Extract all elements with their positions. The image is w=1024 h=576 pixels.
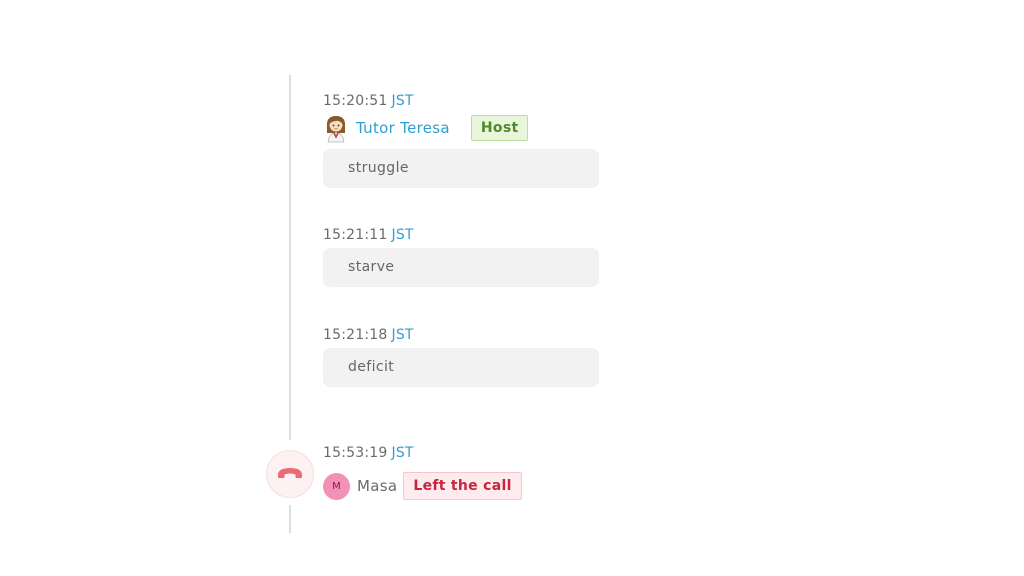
avatar: M: [323, 472, 350, 500]
message-bubble: starve: [323, 248, 599, 287]
timestamp-timezone: JST: [391, 445, 414, 461]
call-event-marker: [266, 450, 314, 498]
host-badge: Host: [470, 115, 529, 141]
hang-up-phone-icon: [276, 465, 304, 484]
message-timestamp: 15:20:51 JST: [323, 92, 599, 110]
timeline-line: [289, 75, 291, 440]
left-call-badge: Left the call: [403, 472, 522, 500]
chat-message: 15:21:18 JST deficit: [323, 326, 599, 387]
user-name[interactable]: Masa: [357, 477, 397, 495]
chat-message: 15:20:51 JST Tutor Teresa Host struggle: [323, 92, 599, 188]
timestamp-time: 15:53:19: [323, 445, 388, 461]
timestamp-time: 15:21:11: [323, 227, 388, 243]
timeline-line-tail: [289, 505, 291, 533]
timestamp-timezone: JST: [391, 93, 414, 109]
event-timestamp: 15:53:19 JST: [323, 444, 522, 462]
message-timestamp: 15:21:18 JST: [323, 326, 599, 344]
timestamp-time: 15:21:18: [323, 327, 388, 343]
message-bubble: deficit: [323, 348, 599, 387]
author-name[interactable]: Tutor Teresa: [356, 119, 450, 137]
message-timestamp: 15:21:11 JST: [323, 226, 599, 244]
timestamp-time: 15:20:51: [323, 93, 388, 109]
message-author: Tutor Teresa Host: [323, 113, 599, 143]
chat-message: 15:21:11 JST starve: [323, 226, 599, 287]
event-user: M Masa Left the call: [323, 471, 522, 501]
teresa-avatar-icon: [323, 113, 349, 143]
call-event: 15:53:19 JST M Masa Left the call: [323, 444, 522, 501]
timestamp-timezone: JST: [391, 227, 414, 243]
message-bubble: struggle: [323, 149, 599, 188]
timestamp-timezone: JST: [391, 327, 414, 343]
